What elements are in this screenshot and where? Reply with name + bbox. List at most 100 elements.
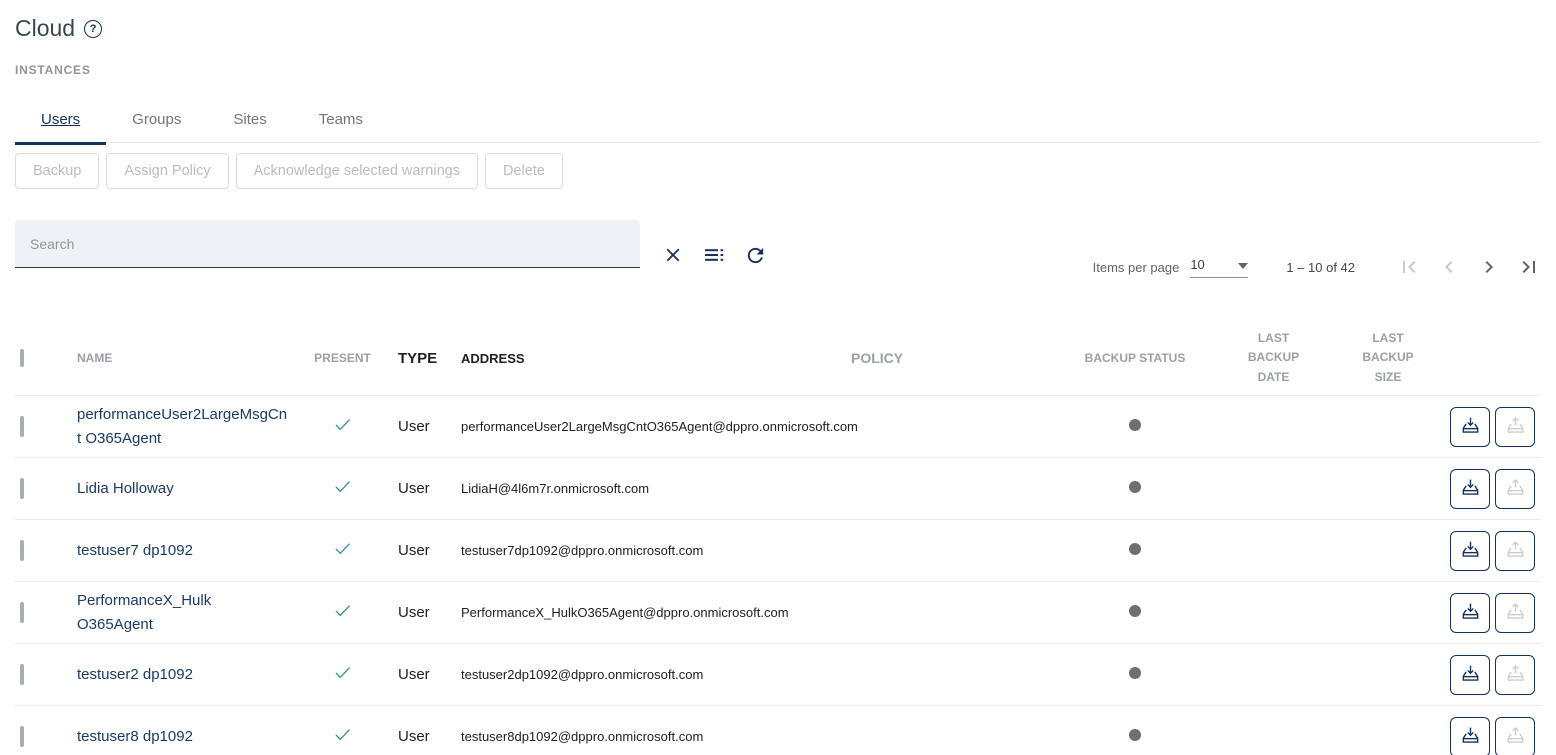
column-header-name: NAME: [62, 351, 300, 365]
user-address: performanceUser2LargeMsgCntO365Agent@dpp…: [450, 419, 840, 434]
row-backup-button[interactable]: [1450, 469, 1490, 509]
backup-status-dot-icon: [1129, 543, 1141, 555]
restore-icon: [1505, 539, 1526, 563]
user-type: User: [385, 480, 450, 497]
row-checkbox[interactable]: [20, 540, 24, 561]
backup-status-dot-icon: [1129, 481, 1141, 493]
user-type: User: [385, 542, 450, 559]
tab-groups[interactable]: Groups: [106, 97, 207, 142]
first-page-icon[interactable]: [1397, 255, 1421, 279]
backup-icon: [1460, 539, 1481, 563]
present-check-icon: [332, 484, 353, 501]
page-header: Cloud ?: [15, 15, 1541, 42]
row-checkbox[interactable]: [20, 726, 24, 747]
clear-search-icon[interactable]: [661, 243, 685, 267]
row-restore-button[interactable]: [1495, 407, 1535, 447]
delete-button[interactable]: Delete: [485, 153, 563, 189]
restore-icon: [1505, 663, 1526, 687]
help-icon[interactable]: ?: [84, 20, 102, 38]
row-restore-button[interactable]: [1495, 593, 1535, 633]
filter-icon[interactable]: [702, 243, 726, 267]
table-row: testuser2 dp1092 User testuser2dp1092@dp…: [15, 644, 1541, 706]
backup-button[interactable]: Backup: [15, 153, 99, 189]
row-restore-button[interactable]: [1495, 717, 1535, 755]
pagination: Items per page 10 1 – 10 of 42: [1093, 255, 1541, 279]
present-check-icon: [332, 422, 353, 439]
backup-icon: [1460, 477, 1481, 501]
tab-users[interactable]: Users: [15, 97, 106, 142]
user-type: User: [385, 666, 450, 683]
user-name-link[interactable]: testuser2 dp1092: [77, 666, 193, 683]
restore-icon: [1505, 725, 1526, 749]
user-name-link[interactable]: testuser8 dp1092: [77, 728, 193, 745]
row-checkbox[interactable]: [20, 602, 24, 623]
backup-icon: [1460, 663, 1481, 687]
search-and-pagination-row: Items per page 10 1 – 10 of 42: [15, 220, 1541, 279]
table-row: PerformanceX_Hulk O365Agent User Perform…: [15, 582, 1541, 644]
next-page-icon[interactable]: [1477, 255, 1501, 279]
row-backup-button[interactable]: [1450, 593, 1490, 633]
table-row: Lidia Holloway User LidiaH@4l6m7r.onmicr…: [15, 458, 1541, 520]
assign-policy-button[interactable]: Assign Policy: [106, 153, 228, 189]
backup-status-dot-icon: [1129, 667, 1141, 679]
column-header-policy: POLICY: [840, 350, 1075, 366]
user-type: User: [385, 418, 450, 435]
user-name-link[interactable]: testuser7 dp1092: [77, 542, 193, 559]
table-row: testuser8 dp1092 User testuser8dp1092@dp…: [15, 706, 1541, 755]
row-backup-button[interactable]: [1450, 407, 1490, 447]
present-check-icon: [332, 608, 353, 625]
table-row: performanceUser2LargeMsgCnt O365Agent Us…: [15, 396, 1541, 458]
row-backup-button[interactable]: [1450, 655, 1490, 695]
pagination-nav: [1397, 255, 1541, 279]
tab-bar: Users Groups Sites Teams: [15, 97, 1541, 143]
instances-label: INSTANCES: [15, 63, 1541, 77]
column-header-last-backup-date: LAST BACKUP DATE: [1244, 329, 1304, 387]
user-address: PerformanceX_HulkO365Agent@dppro.onmicro…: [450, 605, 840, 620]
present-check-icon: [332, 670, 353, 687]
page-range-text: 1 – 10 of 42: [1286, 260, 1355, 275]
refresh-icon[interactable]: [743, 243, 767, 267]
user-name-link[interactable]: PerformanceX_Hulk O365Agent: [77, 592, 211, 632]
items-per-page-select[interactable]: 10: [1190, 257, 1248, 278]
row-restore-button[interactable]: [1495, 469, 1535, 509]
restore-icon: [1505, 477, 1526, 501]
row-checkbox[interactable]: [20, 478, 24, 499]
search-icons: [661, 243, 767, 267]
user-name-link[interactable]: performanceUser2LargeMsgCnt O365Agent: [77, 406, 287, 446]
user-address: testuser8dp1092@dppro.onmicrosoft.com: [450, 729, 840, 744]
table-row: testuser7 dp1092 User testuser7dp1092@dp…: [15, 520, 1541, 582]
backup-icon: [1460, 725, 1481, 749]
column-header-last-backup-size: LAST BACKUP SIZE: [1358, 329, 1418, 387]
chevron-down-icon: [1238, 257, 1248, 272]
row-restore-button[interactable]: [1495, 655, 1535, 695]
row-backup-button[interactable]: [1450, 531, 1490, 571]
present-check-icon: [332, 732, 353, 749]
previous-page-icon[interactable]: [1437, 255, 1461, 279]
backup-status-dot-icon: [1129, 605, 1141, 617]
search-input[interactable]: [15, 220, 640, 268]
user-type: User: [385, 604, 450, 621]
user-address: testuser2dp1092@dppro.onmicrosoft.com: [450, 667, 840, 682]
items-per-page-label: Items per page: [1093, 260, 1180, 275]
tab-teams[interactable]: Teams: [293, 97, 389, 142]
last-page-icon[interactable]: [1517, 255, 1541, 279]
page-title: Cloud: [15, 15, 75, 42]
acknowledge-warnings-button[interactable]: Acknowledge selected warnings: [236, 153, 478, 189]
row-restore-button[interactable]: [1495, 531, 1535, 571]
items-per-page-value: 10: [1190, 257, 1204, 272]
tab-sites[interactable]: Sites: [207, 97, 292, 142]
table-header-row: NAME PRESENT TYPE ADDRESS POLICY BACKUP …: [15, 321, 1541, 396]
select-all-checkbox[interactable]: [20, 349, 24, 367]
table-body: performanceUser2LargeMsgCnt O365Agent Us…: [15, 396, 1541, 755]
user-name-link[interactable]: Lidia Holloway: [77, 480, 174, 497]
backup-status-dot-icon: [1129, 729, 1141, 741]
row-checkbox[interactable]: [20, 664, 24, 685]
row-backup-button[interactable]: [1450, 717, 1490, 755]
column-header-address: ADDRESS: [450, 351, 840, 366]
toolbar: Backup Assign Policy Acknowledge selecte…: [15, 153, 1541, 189]
backup-status-dot-icon: [1129, 419, 1141, 431]
present-check-icon: [332, 546, 353, 563]
user-address: testuser7dp1092@dppro.onmicrosoft.com: [450, 543, 840, 558]
row-checkbox[interactable]: [20, 416, 24, 437]
column-header-backup-status: BACKUP STATUS: [1075, 351, 1195, 365]
